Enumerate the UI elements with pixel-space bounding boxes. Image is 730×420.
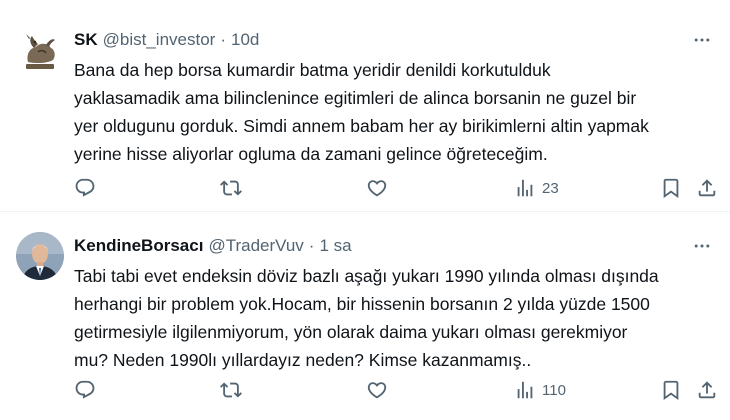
bookmark-icon xyxy=(663,178,679,199)
reply-icon xyxy=(75,178,95,197)
share-button[interactable] xyxy=(696,176,718,200)
views-button[interactable]: 110 xyxy=(514,378,566,402)
timestamp[interactable]: 10d xyxy=(231,30,259,50)
share-icon xyxy=(698,179,716,197)
tweet-text: Tabi tabi evet endeksin döviz bazlı aşağ… xyxy=(74,266,659,370)
user-handle[interactable]: @bist_investor xyxy=(103,30,216,50)
avatar[interactable] xyxy=(16,232,64,280)
views-icon xyxy=(517,179,533,197)
views-button[interactable]: 23 xyxy=(514,176,559,200)
separator-dot: · xyxy=(220,30,226,49)
reply-button[interactable] xyxy=(74,378,96,402)
like-button[interactable] xyxy=(366,176,388,200)
reply-icon xyxy=(75,380,95,399)
views-icon xyxy=(517,381,533,399)
more-icon xyxy=(694,244,710,248)
like-button[interactable] xyxy=(366,378,388,402)
like-icon xyxy=(367,382,387,399)
display-name[interactable]: KendineBorsacı xyxy=(74,236,203,256)
view-count: 110 xyxy=(542,381,566,399)
retweet-button[interactable] xyxy=(220,176,242,200)
more-button[interactable] xyxy=(690,234,714,258)
bookmark-button[interactable] xyxy=(660,378,682,402)
display-name[interactable]: SK xyxy=(74,30,98,50)
retweet-button[interactable] xyxy=(220,378,242,402)
reply-button[interactable] xyxy=(74,176,96,200)
timestamp[interactable]: 1 sa xyxy=(319,236,351,256)
share-icon xyxy=(698,381,716,399)
tweet-actions: 110 xyxy=(74,378,730,402)
more-button[interactable] xyxy=(690,28,714,52)
tweet-header: KendineBorsacı @TraderVuv · 1 sa xyxy=(74,234,714,258)
avatar[interactable] xyxy=(16,26,64,74)
tweet-1[interactable]: SK @bist_investor · 10d Bana da hep bors… xyxy=(0,0,730,212)
retweet-icon xyxy=(220,180,242,196)
share-button[interactable] xyxy=(696,378,718,402)
tweet-2[interactable]: KendineBorsacı @TraderVuv · 1 sa Tabi ta… xyxy=(0,212,730,420)
view-count: 23 xyxy=(542,179,559,197)
tweet-header: SK @bist_investor · 10d xyxy=(74,28,714,52)
bookmark-button[interactable] xyxy=(660,176,682,200)
separator-dot: · xyxy=(308,236,315,255)
like-icon xyxy=(367,180,387,197)
retweet-icon xyxy=(220,382,242,398)
more-icon xyxy=(694,38,710,42)
user-handle[interactable]: @TraderVuv xyxy=(208,236,303,256)
bookmark-icon xyxy=(663,380,679,401)
bull-statue-avatar-icon xyxy=(16,26,64,74)
tweet-text: Bana da hep borsa kumardir batma yeridir… xyxy=(74,60,649,164)
tweet-actions: 23 xyxy=(74,176,730,200)
man-portrait-avatar-icon xyxy=(16,232,64,280)
